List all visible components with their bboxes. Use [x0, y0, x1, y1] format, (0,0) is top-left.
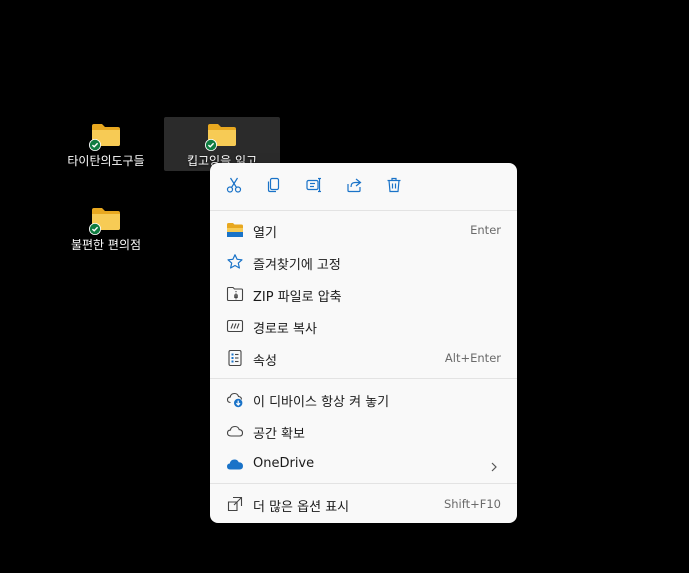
menu-item-label: 더 많은 옵션 표시: [253, 500, 350, 515]
menu-item-shortcut: Enter: [470, 223, 501, 237]
desktop-folder-icon-titan[interactable]: 타이탄의도구들: [48, 117, 164, 171]
menu-item-copy-path[interactable]: 경로로 복사: [214, 311, 513, 341]
menu-separator: [210, 483, 517, 484]
menu-item-free-space[interactable]: 공간 확보: [214, 416, 513, 446]
onedrive-icon: [226, 455, 244, 473]
menu-item-zip[interactable]: ZIP 파일로 압축: [214, 279, 513, 309]
menu-item-pin-favorites[interactable]: 즐겨찾기에 고정: [214, 247, 513, 277]
copy-icon: [265, 176, 283, 198]
share-button[interactable]: [341, 174, 367, 200]
rename-button[interactable]: [301, 174, 327, 200]
menu-item-label: ZIP 파일로 압축: [253, 290, 342, 305]
menu-item-more-options[interactable]: 더 많은 옵션 표시 Shift+F10: [214, 489, 513, 519]
sync-check-icon: [205, 139, 217, 151]
menu-item-label: 열기: [253, 226, 277, 241]
menu-item-label: OneDrive: [253, 456, 315, 471]
sync-check-icon: [89, 223, 101, 235]
menu-item-shortcut: Shift+F10: [443, 497, 501, 511]
desktop-folder-label: 불편한 편의점: [70, 238, 142, 252]
star-icon: [226, 253, 244, 271]
menu-item-shortcut: Alt+Enter: [444, 351, 501, 365]
share-icon: [345, 176, 363, 198]
copy-path-icon: [226, 317, 244, 335]
desktop: 타이탄의도구들 킵고잉을 읽고 불편한 편의점 열기 Enter 즐겨찾기에 고…: [0, 0, 689, 573]
chevron-right-icon: [489, 458, 499, 472]
menu-item-label: 이 디바이스 항상 켜 놓기: [253, 395, 390, 410]
menu-item-label: 즐겨찾기에 고정: [253, 258, 341, 273]
context-menu-toolbar: [210, 163, 517, 211]
folder-icon: [89, 207, 121, 235]
cloud-icon: [226, 422, 244, 440]
folder-open-icon: [226, 221, 244, 239]
rename-icon: [305, 176, 323, 198]
zip-icon: [226, 285, 244, 303]
menu-item-properties[interactable]: 속성 Alt+Enter: [214, 343, 513, 373]
menu-separator: [210, 378, 517, 379]
desktop-folder-label: 타이탄의도구들: [67, 154, 145, 168]
more-options-icon: [226, 495, 244, 513]
menu-item-always-keep[interactable]: 이 디바이스 항상 켜 놓기: [214, 384, 513, 414]
delete-icon: [385, 176, 403, 198]
delete-button[interactable]: [381, 174, 407, 200]
folder-icon: [205, 123, 237, 151]
desktop-folder-icon-convenience[interactable]: 불편한 편의점: [48, 201, 164, 255]
menu-item-onedrive[interactable]: OneDrive: [214, 449, 513, 479]
properties-icon: [226, 349, 244, 367]
menu-separator: [210, 210, 517, 211]
folder-icon: [89, 123, 121, 151]
cut-icon: [225, 176, 243, 198]
menu-item-label: 속성: [253, 354, 277, 369]
context-menu: 열기 Enter 즐겨찾기에 고정 ZIP 파일로 압축 경로로 복사 속성 A…: [210, 163, 517, 523]
menu-item-open[interactable]: 열기 Enter: [214, 215, 513, 245]
cloud-download-icon: [226, 390, 244, 408]
menu-item-label: 경로로 복사: [253, 322, 317, 337]
menu-item-label: 공간 확보: [253, 427, 305, 442]
sync-check-icon: [89, 139, 101, 151]
cut-button[interactable]: [221, 174, 247, 200]
copy-button[interactable]: [261, 174, 287, 200]
